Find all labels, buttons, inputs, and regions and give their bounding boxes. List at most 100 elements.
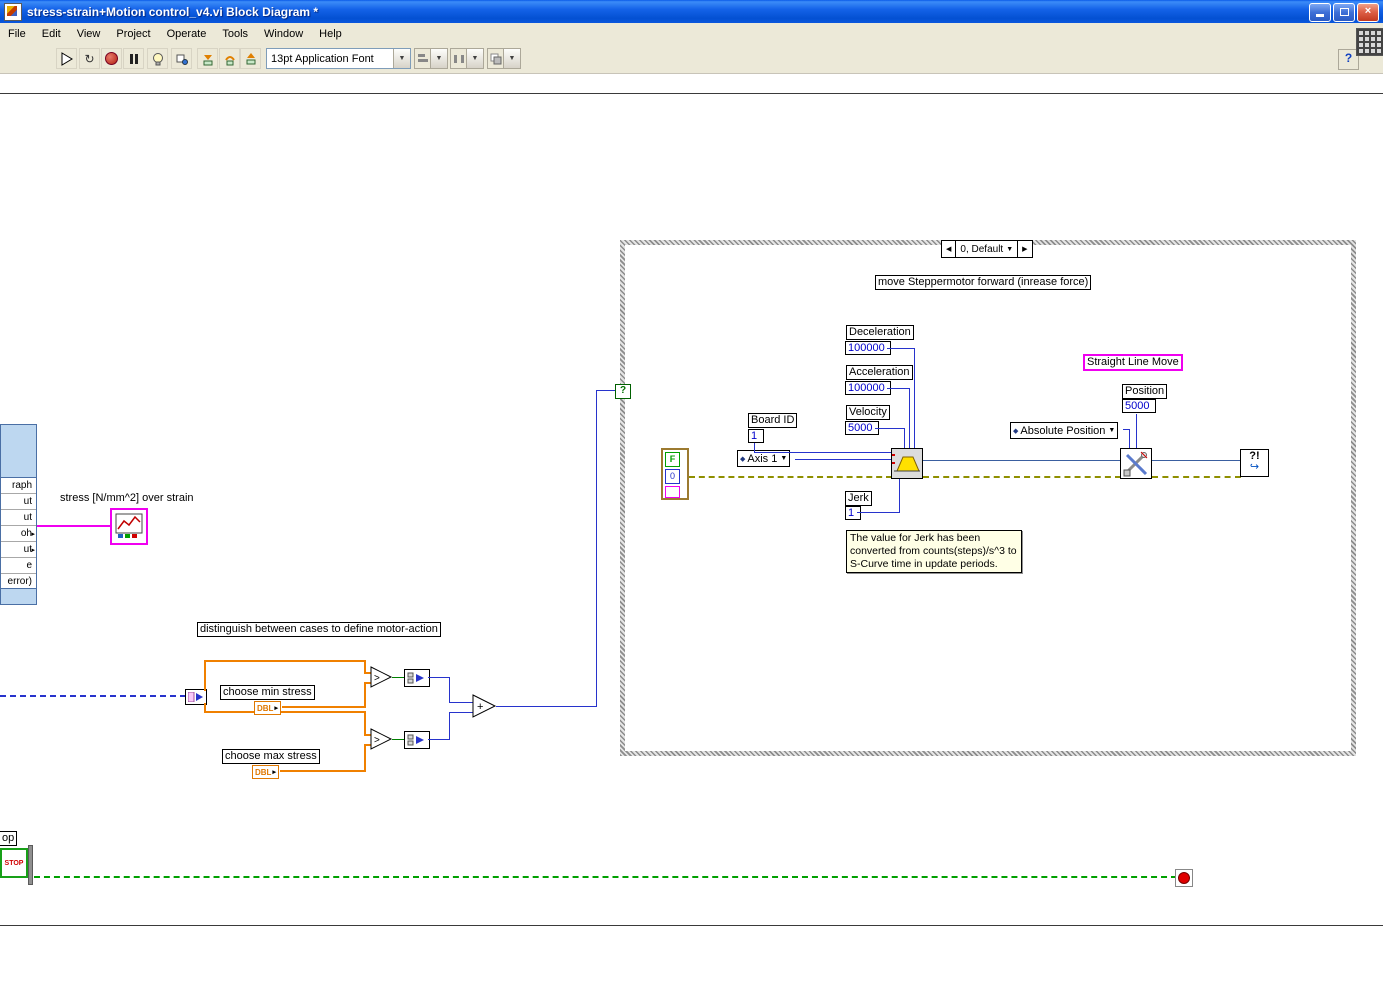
diagram-bottom-edge: [0, 925, 1383, 926]
menu-view[interactable]: View: [69, 23, 109, 45]
jerk-constant[interactable]: 1: [845, 506, 861, 520]
straight-line-move-label[interactable]: Straight Line Move: [1083, 354, 1183, 371]
acceleration-label[interactable]: Acceleration: [846, 365, 913, 380]
wire-select-out: [449, 712, 474, 713]
absolute-position-dropdown-icon[interactable]: ▼: [1108, 427, 1115, 434]
reorder-dropdown[interactable]: ▼: [487, 48, 521, 69]
select-node[interactable]: [404, 669, 430, 687]
menu-file[interactable]: File: [0, 23, 34, 45]
menu-help[interactable]: Help: [311, 23, 350, 45]
while-loop-border[interactable]: [28, 845, 33, 885]
deceleration-label[interactable]: Deceleration: [846, 325, 914, 340]
minimize-button[interactable]: [1309, 3, 1331, 22]
node-terminal-row[interactable]: raph: [1, 478, 36, 494]
wire-deceleration: [914, 348, 915, 449]
font-dropdown-icon[interactable]: ▼: [393, 49, 410, 68]
align-objects-dropdown[interactable]: ▼: [414, 48, 448, 69]
velocity-constant[interactable]: 5000: [845, 421, 879, 435]
select-node[interactable]: [404, 731, 430, 749]
axis-enum-dropdown-icon[interactable]: ▼: [780, 455, 787, 462]
pause-button[interactable]: [123, 48, 144, 69]
run-button[interactable]: [56, 48, 77, 69]
straight-line-move-vi[interactable]: [1120, 448, 1152, 479]
case-selector[interactable]: ◀ 0, Default ▼ ▶: [941, 240, 1033, 258]
position-constant[interactable]: 5000: [1122, 399, 1156, 413]
run-icon: [61, 51, 73, 66]
menu-edit[interactable]: Edit: [34, 23, 69, 45]
stop-if-true-icon: [1178, 872, 1190, 884]
wire-stress-input: [0, 695, 186, 697]
absolute-position-enum-value[interactable]: Absolute Position: [1020, 425, 1105, 437]
position-label[interactable]: Position: [1122, 384, 1168, 399]
xy-graph-terminal[interactable]: [110, 508, 148, 545]
add-node[interactable]: +: [472, 694, 497, 722]
case-prev-arrow-icon[interactable]: ◀: [942, 241, 955, 257]
stop-button-terminal[interactable]: STOP: [0, 848, 28, 878]
numeric-zero-constant[interactable]: 0: [665, 469, 680, 484]
greater-than-node[interactable]: >: [370, 666, 393, 692]
axis-enum-value[interactable]: Axis 1: [747, 453, 777, 465]
string-constant[interactable]: [665, 486, 680, 498]
run-continuous-button[interactable]: ↻: [79, 48, 100, 69]
vi-icon[interactable]: [1356, 28, 1383, 56]
absolute-position-enum-constant[interactable]: ◆ Absolute Position ▼: [1010, 422, 1119, 439]
menu-operate[interactable]: Operate: [159, 23, 215, 45]
case-next-arrow-icon[interactable]: ▶: [1018, 241, 1031, 257]
retain-wire-values-button[interactable]: [171, 48, 192, 69]
greater-than-node[interactable]: >: [370, 728, 393, 754]
jerk-comment[interactable]: The value for Jerk has been converted fr…: [846, 530, 1022, 573]
wire-case-selector: [496, 706, 597, 707]
close-button[interactable]: ×: [1357, 3, 1379, 22]
motor-action-comment[interactable]: distinguish between cases to define moto…: [197, 622, 441, 637]
trapezoid-profile-icon: [892, 449, 922, 478]
cluster-constant[interactable]: F 0: [661, 448, 689, 500]
menu-window[interactable]: Window: [256, 23, 311, 45]
node-terminal-row[interactable]: ut: [1, 510, 36, 526]
min-stress-dbl-constant[interactable]: DBL ▸: [254, 701, 281, 715]
distribute-objects-dropdown[interactable]: ▼: [450, 48, 484, 69]
restore-button[interactable]: [1333, 3, 1355, 22]
wire-select-out: [428, 677, 450, 678]
step-into-button[interactable]: [197, 48, 218, 69]
case-selector-dropdown-icon[interactable]: ▼: [1006, 246, 1013, 253]
max-stress-dbl-constant[interactable]: DBL ▸: [252, 765, 279, 779]
node-terminal-row[interactable]: ut ▸: [1, 542, 36, 558]
menu-tools[interactable]: Tools: [214, 23, 256, 45]
wire-stop-boolean: [34, 876, 1177, 878]
stop-label[interactable]: op: [0, 831, 18, 846]
window-title: stress-strain+Motion control_v4.vi Block…: [27, 4, 319, 19]
stress-graph-label[interactable]: stress [N/mm^2] over strain: [60, 492, 194, 504]
wire-dbl: [364, 745, 366, 772]
node-terminal-row[interactable]: ut: [1, 494, 36, 510]
boolean-false-constant[interactable]: F: [665, 452, 680, 467]
case-selector-terminal[interactable]: ?: [615, 384, 631, 399]
step-over-button[interactable]: [219, 48, 240, 69]
case-structure[interactable]: [620, 240, 1356, 756]
deceleration-constant[interactable]: 100000: [845, 341, 891, 355]
case-comment[interactable]: move Steppermotor forward (inrease force…: [875, 275, 1092, 290]
jerk-label[interactable]: Jerk: [845, 491, 872, 506]
choose-max-stress-label[interactable]: choose max stress: [222, 749, 320, 764]
abort-button[interactable]: [101, 48, 122, 69]
velocity-label[interactable]: Velocity: [846, 405, 890, 420]
wire-case-selector: [596, 390, 616, 391]
board-id-label[interactable]: Board ID: [748, 413, 798, 428]
step-out-button[interactable]: [240, 48, 261, 69]
wire-boolean: [392, 739, 404, 740]
font-selector[interactable]: 13pt Application Font ▼: [266, 48, 411, 69]
error-check-vi[interactable]: ?! ↪: [1240, 449, 1269, 477]
node-terminal-row[interactable]: e: [1, 558, 36, 574]
menu-project[interactable]: Project: [108, 23, 158, 45]
acceleration-constant[interactable]: 100000: [845, 381, 891, 395]
error-arrow-icon: ↪: [1249, 461, 1260, 473]
choose-min-stress-label[interactable]: choose min stress: [220, 685, 315, 700]
stress-strain-express-node[interactable]: raph ut ut oh ▸ ut ▸ e error): [0, 424, 37, 605]
case-selector-value[interactable]: 0, Default: [960, 244, 1003, 255]
board-id-constant[interactable]: 1: [748, 429, 764, 443]
highlight-execution-button[interactable]: [147, 48, 168, 69]
wire-select-out: [449, 702, 474, 703]
loop-condition-terminal[interactable]: [1175, 869, 1193, 887]
load-velocity-vi[interactable]: [891, 448, 923, 479]
retain-wire-values-icon: [176, 54, 188, 65]
node-terminal-row[interactable]: oh ▸: [1, 526, 36, 542]
